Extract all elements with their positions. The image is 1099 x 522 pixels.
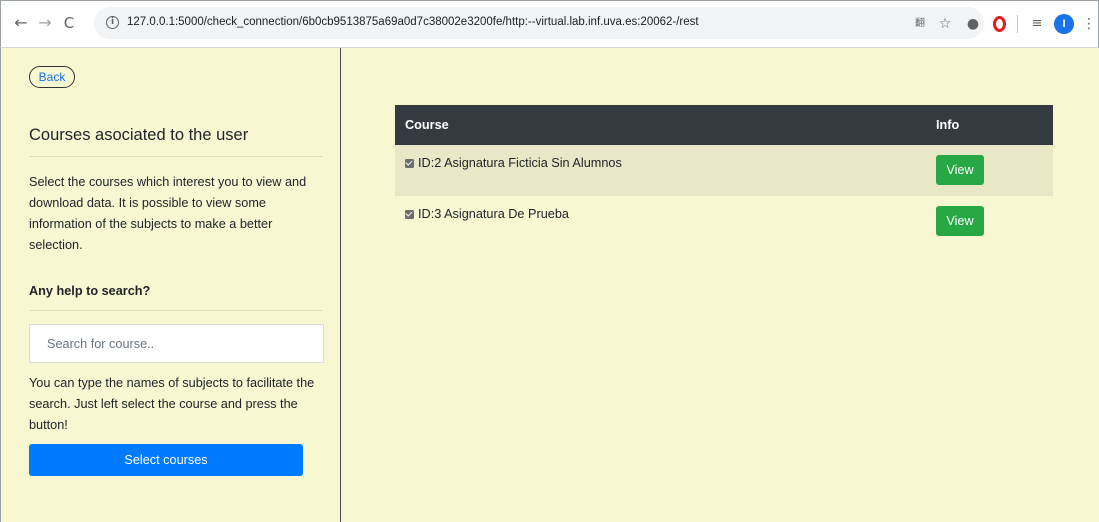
course-column-header: Course <box>405 118 449 132</box>
forward-arrow-icon[interactable]: → <box>35 13 55 33</box>
sidebar-description: Select the courses which interest you to… <box>29 175 307 252</box>
extension-shield-icon[interactable]: ● <box>966 15 980 33</box>
info-cell: View <box>915 145 1053 196</box>
back-arrow-icon[interactable]: ← <box>11 13 31 33</box>
toolbar-divider <box>1017 15 1018 33</box>
divider <box>29 156 323 157</box>
page-content: Back Courses asociated to the user Selec… <box>0 48 1099 522</box>
back-button[interactable]: Back <box>29 66 75 88</box>
media-playlist-icon[interactable]: ≡ <box>1028 15 1046 33</box>
divider <box>29 310 323 311</box>
course-cell[interactable]: ID:3 Asignatura De Prueba <box>395 196 915 247</box>
translate-icon[interactable]: 翻 <box>911 15 929 31</box>
table-row: ID:2 Asignatura Ficticia Sin Alumnos Vie… <box>395 145 1053 196</box>
profile-avatar[interactable]: I <box>1054 14 1074 34</box>
browser-toolbar: ← → C i 127.0.0.1:5000/check_connection/… <box>0 0 1099 48</box>
opera-extension-icon[interactable] <box>993 16 1006 32</box>
course-cell[interactable]: ID:2 Asignatura Ficticia Sin Alumnos <box>395 145 915 196</box>
url-text[interactable]: 127.0.0.1:5000/check_connection/6b0cb951… <box>127 16 699 28</box>
table-header-row: Course Info <box>395 105 1053 145</box>
course-name: ID:2 Asignatura Ficticia Sin Alumnos <box>418 156 622 170</box>
view-button[interactable]: View <box>936 206 984 236</box>
browser-menu-icon[interactable]: ⋮ <box>1082 15 1096 33</box>
courses-table: Course Info ID:2 Asignatura Ficticia Sin… <box>395 105 1053 247</box>
help-heading: Any help to search? <box>29 284 151 298</box>
bookmark-star-icon[interactable]: ☆ <box>935 15 955 33</box>
search-hint: You can type the names of subjects to fa… <box>29 376 315 432</box>
address-bar[interactable]: i 127.0.0.1:5000/check_connection/6b0cb9… <box>94 7 984 39</box>
table-row: ID:3 Asignatura De Prueba View <box>395 196 1053 247</box>
select-courses-button[interactable]: Select courses <box>29 444 303 476</box>
reload-icon[interactable]: C <box>59 13 79 33</box>
info-column-header: Info <box>936 118 960 132</box>
info-cell: View <box>915 196 1053 247</box>
course-name: ID:3 Asignatura De Prueba <box>418 207 569 221</box>
course-checkbox[interactable] <box>405 158 414 168</box>
course-checkbox[interactable] <box>405 209 414 219</box>
view-button[interactable]: View <box>936 155 984 185</box>
site-info-icon[interactable]: i <box>106 16 119 29</box>
sidebar: Back Courses asociated to the user Selec… <box>0 48 341 522</box>
search-input[interactable] <box>29 324 324 363</box>
sidebar-title: Courses asociated to the user <box>29 126 249 144</box>
